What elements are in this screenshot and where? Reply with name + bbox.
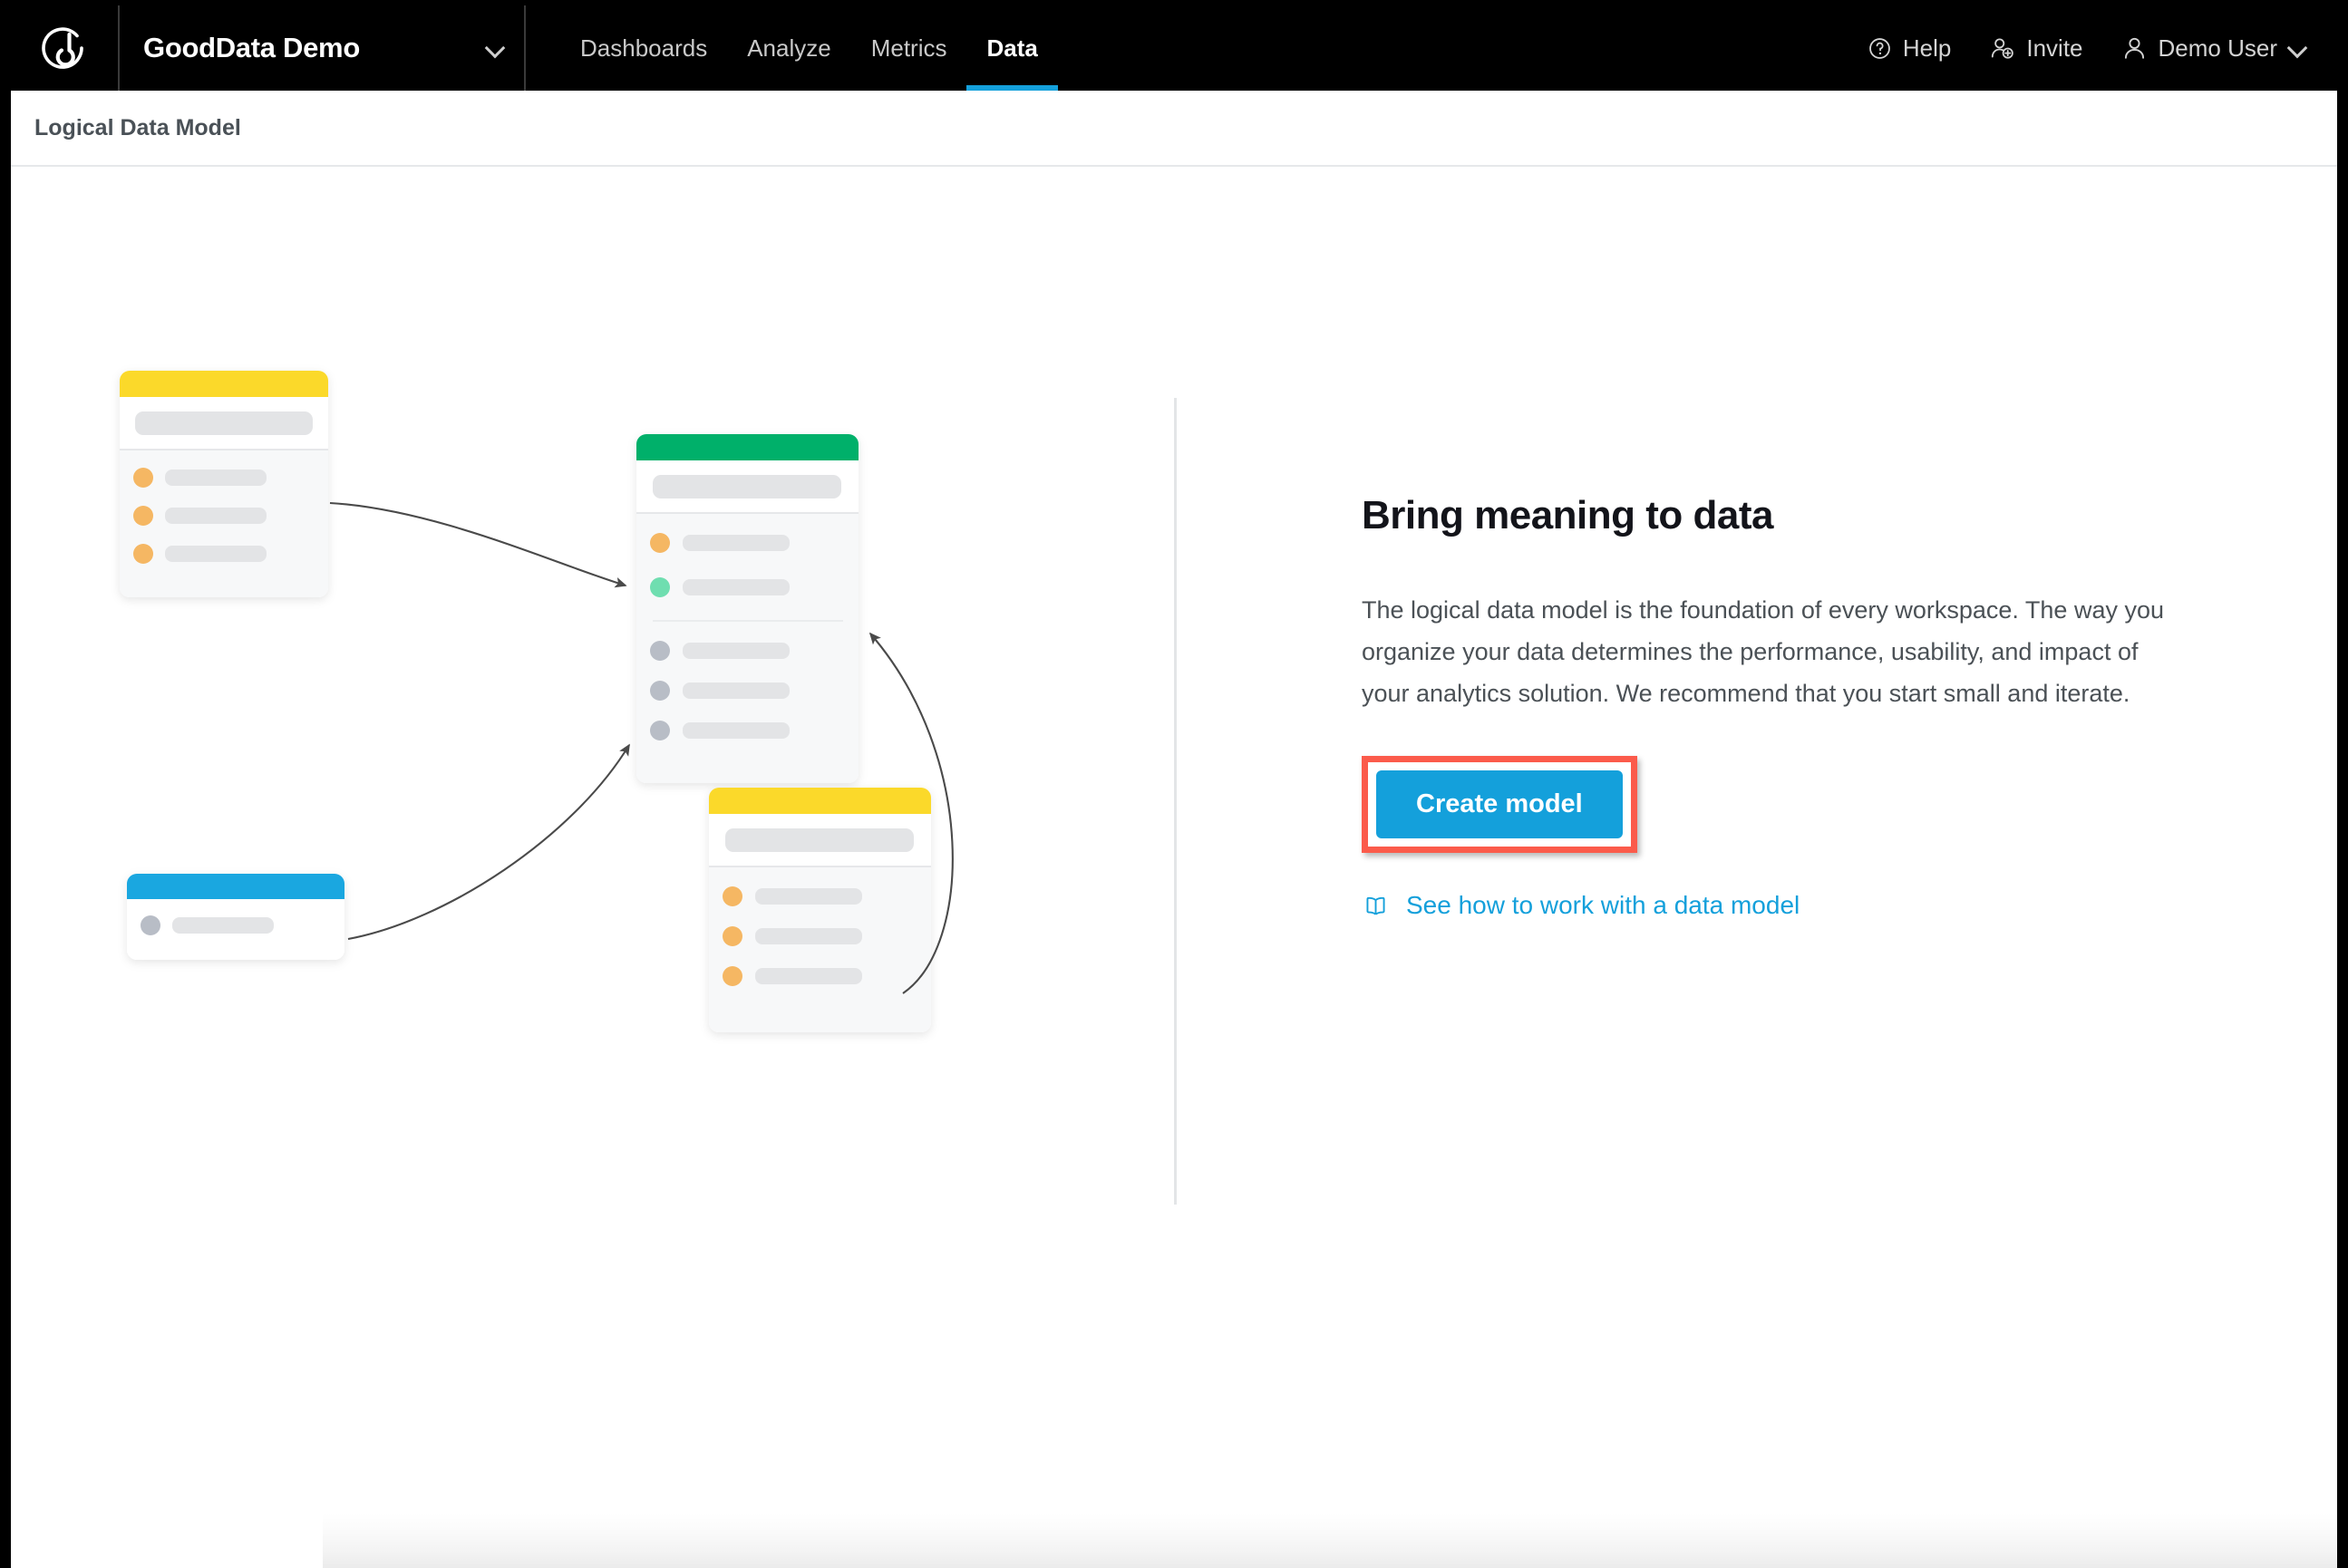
tab-analyze[interactable]: Analyze: [727, 5, 851, 91]
bottom-edge-shadow: [323, 1513, 2337, 1568]
application-window: GoodData Demo Dashboards Analyze Metrics…: [11, 5, 2337, 1568]
arrow-yellow-to-green: [329, 501, 627, 588]
logical-data-model-illustration: [102, 321, 1099, 1227]
gooddata-logo-icon[interactable]: [11, 5, 118, 91]
panel-description: The logical data model is the foundation…: [1362, 596, 2165, 707]
empty-state-panel: Bring meaning to data The logical data m…: [1362, 493, 2205, 920]
invite-button[interactable]: Invite: [1989, 34, 2083, 63]
question-circle-icon: [1868, 36, 1892, 61]
documentation-link-label: See how to work with a data model: [1406, 891, 1800, 919]
top-bar-right-actions: Help Invite Demo User: [1868, 5, 2337, 91]
main-content: Bring meaning to data The logical data m…: [11, 167, 2337, 1513]
documentation-link[interactable]: See how to work with a data model: [1362, 891, 1800, 920]
chevron-down-icon: [486, 39, 504, 57]
create-model-highlight-box: Create model: [1362, 756, 1637, 853]
invite-label: Invite: [2026, 34, 2083, 62]
tab-metrics[interactable]: Metrics: [851, 5, 967, 91]
panel-heading: Bring meaning to data: [1362, 493, 1773, 537]
top-navigation-bar: GoodData Demo Dashboards Analyze Metrics…: [11, 5, 2337, 91]
tab-data[interactable]: Data: [966, 5, 1059, 91]
vertical-divider: [1174, 398, 1177, 1205]
workspace-switcher[interactable]: GoodData Demo: [118, 5, 526, 91]
user-menu-label: Demo User: [2158, 34, 2277, 62]
workspace-name: GoodData Demo: [143, 32, 360, 63]
main-nav-tabs: Dashboards Analyze Metrics Data: [560, 5, 1059, 91]
page-subheader: Logical Data Model: [11, 91, 2337, 167]
card-yellow-bottom-right: [709, 788, 931, 1032]
help-button[interactable]: Help: [1868, 34, 1951, 63]
card-green-center: [636, 434, 859, 783]
card-yellow-top-left: [120, 371, 328, 597]
tab-dashboards[interactable]: Dashboards: [560, 5, 727, 91]
page-title: Logical Data Model: [34, 114, 241, 140]
card-blue-bottom-left: [127, 874, 344, 960]
create-model-button[interactable]: Create model: [1376, 770, 1623, 838]
open-book-icon: [1362, 892, 1390, 920]
chevron-down-icon: [2288, 39, 2306, 57]
arrow-blue-to-green: [347, 743, 630, 941]
user-plus-icon: [1989, 35, 2015, 62]
user-icon: [2121, 35, 2148, 62]
user-menu[interactable]: Demo User: [2121, 34, 2306, 63]
screenshot-frame: GoodData Demo Dashboards Analyze Metrics…: [0, 0, 2348, 1568]
help-label: Help: [1902, 34, 1952, 62]
